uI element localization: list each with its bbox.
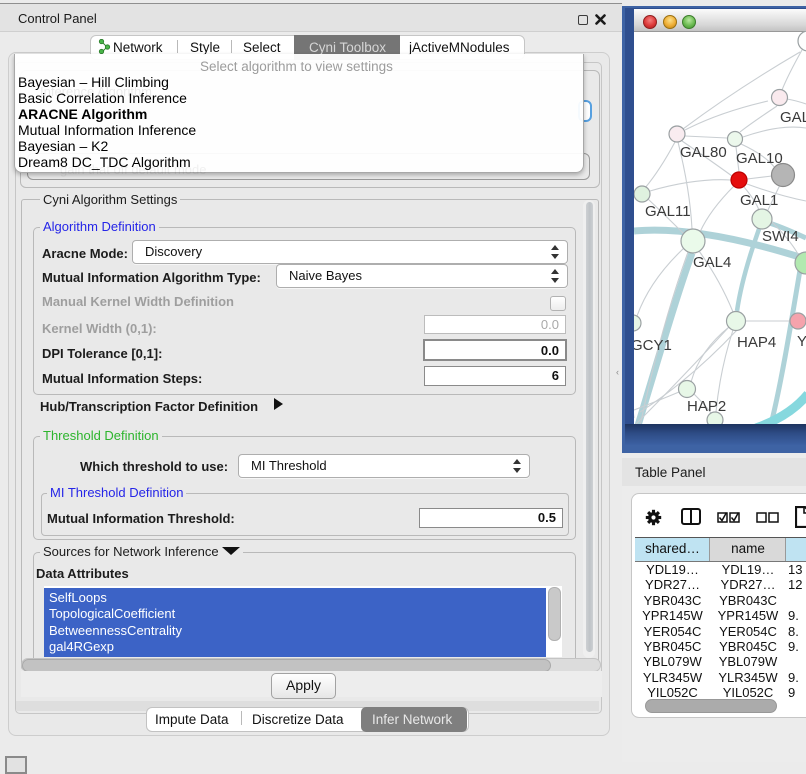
- svg-text:HAP2: HAP2: [687, 398, 726, 415]
- svg-text:GAL4: GAL4: [693, 254, 731, 271]
- svg-text:HAP4: HAP4: [737, 334, 776, 351]
- svg-text:GAL10: GAL10: [736, 150, 783, 167]
- svg-text:Y: Y: [797, 333, 806, 350]
- svg-text:GAL1: GAL1: [740, 192, 778, 209]
- svg-text:GAL11: GAL11: [645, 203, 691, 220]
- svg-text:SWI4: SWI4: [762, 228, 799, 245]
- svg-text:GCY1: GCY1: [634, 337, 672, 354]
- svg-text:GAL: GAL: [780, 109, 806, 126]
- svg-text:GAL80: GAL80: [680, 144, 727, 161]
